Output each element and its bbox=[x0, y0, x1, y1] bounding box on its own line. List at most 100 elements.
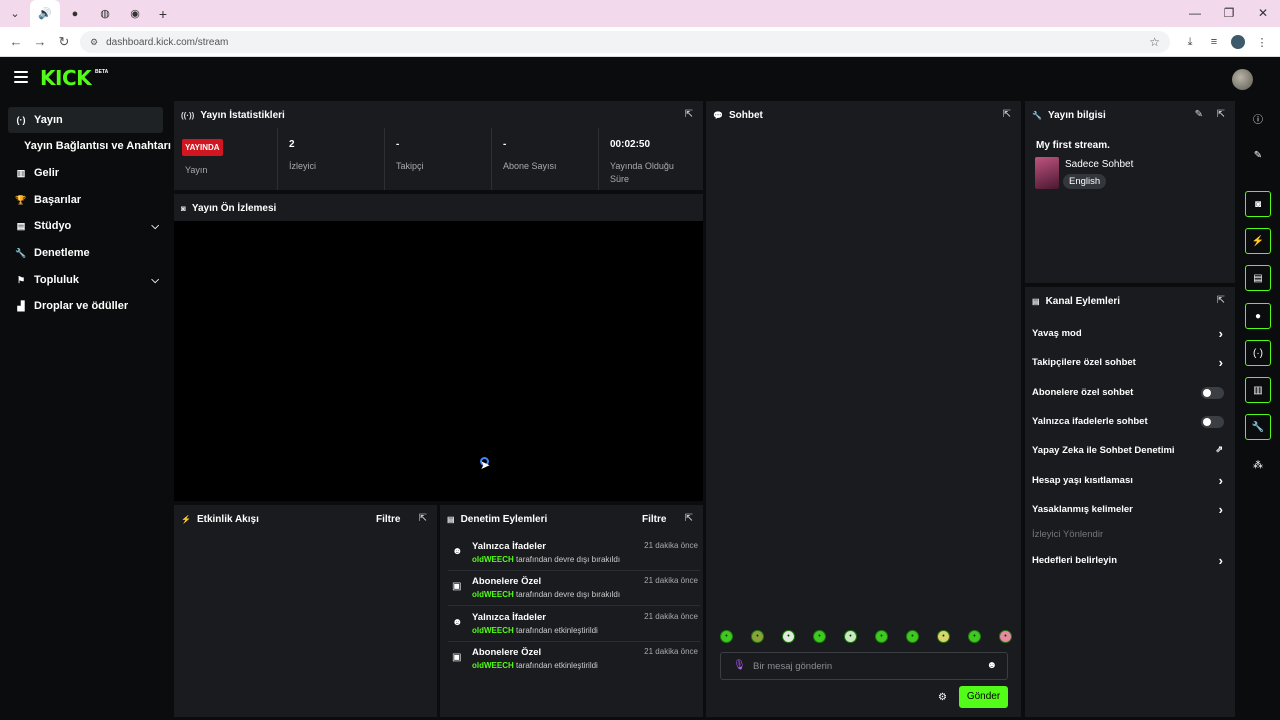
subscribers-only-toggle[interactable] bbox=[1201, 387, 1224, 399]
emotes-only-row: Yalnızca ifadelerle sohbet bbox=[1032, 414, 1229, 432]
send-button[interactable]: Gönder bbox=[959, 686, 1008, 708]
chat-message-input[interactable]: 🎙 Bir mesaj gönderin ☻ bbox=[720, 652, 1008, 680]
emote-icon[interactable]: • bbox=[999, 630, 1012, 643]
chat-settings-icon[interactable]: ⚙ bbox=[938, 692, 947, 703]
tab-kick-icon[interactable]: ● bbox=[60, 0, 90, 27]
emotes-only-toggle[interactable] bbox=[1201, 416, 1224, 428]
pencil-icon[interactable]: ✎ bbox=[1245, 142, 1271, 168]
chat-panel: 💬 Sohbet ⇱ bbox=[706, 101, 1021, 717]
dashboard-header: KICK BETA bbox=[0, 57, 1280, 100]
sidebar-item-achievements[interactable]: 🏆 Başarılar bbox=[8, 187, 163, 213]
emote-icon[interactable]: • bbox=[937, 630, 950, 643]
banned-words-row[interactable]: Yasaklanmış kelimeler › bbox=[1032, 502, 1229, 520]
new-tab-button[interactable]: + bbox=[150, 6, 176, 22]
video-preview[interactable] bbox=[174, 221, 703, 501]
browser-tab-bar: ⌄ 🔊 ● ◍ ◉ + — ❐ ✕ bbox=[0, 0, 1280, 27]
live-badge: YAYINDA bbox=[182, 139, 223, 156]
sidebar-item-stream[interactable]: (·) Yayın bbox=[8, 107, 163, 133]
wrench-icon: 🔧 bbox=[15, 247, 27, 258]
popout-icon[interactable]: ⇱ bbox=[685, 513, 693, 524]
sidebar-item-moderation[interactable]: 🔧 Denetleme bbox=[8, 240, 163, 266]
minimize-icon[interactable]: — bbox=[1178, 0, 1212, 27]
media-icon[interactable]: ≡ bbox=[1202, 36, 1226, 48]
followers-only-row[interactable]: Takipçilere özel sohbet › bbox=[1032, 355, 1229, 373]
edit-icon[interactable]: ✎ bbox=[1195, 109, 1203, 120]
emote-icon[interactable]: • bbox=[782, 630, 795, 643]
menu-icon[interactable]: ⋮ bbox=[1250, 36, 1274, 49]
popout-icon[interactable]: ⇱ bbox=[1217, 295, 1225, 306]
mod-item-detail: oldWEECH tarafından etkinleştirildi bbox=[472, 661, 598, 670]
emoji-icon: ☻ bbox=[452, 546, 463, 557]
forward-icon[interactable]: → bbox=[28, 34, 52, 49]
mod-item-detail: oldWEECH tarafından devre dışı bırakıldı bbox=[472, 590, 620, 599]
revenue-icon: ▥ bbox=[16, 167, 26, 178]
row-label: Yasaklanmış kelimeler bbox=[1032, 504, 1133, 515]
site-info-icon[interactable]: ⚙ bbox=[90, 37, 98, 48]
bolt-icon[interactable]: ⚡ bbox=[1245, 228, 1271, 254]
popout-icon[interactable]: ⇱ bbox=[1003, 109, 1011, 120]
emote-icon[interactable]: • bbox=[906, 630, 919, 643]
chat-bubble-icon[interactable]: ● bbox=[1245, 303, 1271, 329]
broadcast-icon: ((·)) bbox=[181, 111, 195, 120]
mod-filter-button[interactable]: Filtre bbox=[642, 514, 666, 525]
close-icon[interactable]: ✕ bbox=[1246, 0, 1280, 27]
sidebar-item-stream-key[interactable]: Yayın Bağlantısı ve Anahtarı bbox=[24, 140, 171, 152]
trophy-icon: 🏆 bbox=[15, 194, 27, 205]
download-icon[interactable]: ⤓ bbox=[1178, 36, 1202, 49]
sidebar-item-community[interactable]: ⚑ Topluluk ⌵ bbox=[8, 267, 163, 293]
wrench-icon[interactable]: 🔧 bbox=[1245, 414, 1271, 440]
bookmark-star-icon[interactable]: ☆ bbox=[1149, 35, 1160, 49]
back-icon[interactable]: ← bbox=[4, 34, 28, 49]
sidebar: (·) Yayın Yayın Bağlantısı ve Anahtarı ▥… bbox=[0, 100, 171, 720]
sidebar-item-drops[interactable]: ▟ Droplar ve ödüller bbox=[8, 293, 163, 319]
widgets-icon[interactable]: ⁂ bbox=[1245, 452, 1271, 478]
mod-item-time: 21 dakika önce bbox=[644, 612, 698, 621]
raid-row: İzleyici Yönlendir bbox=[1032, 527, 1229, 545]
mod-item-user[interactable]: oldWEECH bbox=[472, 661, 514, 670]
popout-icon[interactable]: ⇱ bbox=[1217, 109, 1225, 120]
popout-icon[interactable]: ⇱ bbox=[685, 109, 693, 120]
viewers-value: 2 bbox=[289, 139, 295, 150]
mod-item-time: 21 dakika önce bbox=[644, 576, 698, 585]
preview-toggle-icon[interactable]: ◙ bbox=[1245, 191, 1271, 217]
tab-kick-icon[interactable]: ◉ bbox=[120, 0, 150, 27]
log-icon[interactable]: ▤ bbox=[1245, 265, 1271, 291]
sidebar-item-revenue[interactable]: ▥ Gelir bbox=[8, 160, 163, 186]
kick-logo[interactable]: KICK bbox=[40, 66, 92, 90]
emote-icon[interactable]: • bbox=[751, 630, 764, 643]
channel-icon[interactable]: ▥ bbox=[1245, 377, 1271, 403]
tab-kick-icon[interactable]: ◍ bbox=[90, 0, 120, 27]
followers-label: Takipçi bbox=[396, 161, 424, 171]
user-avatar[interactable] bbox=[1232, 69, 1253, 90]
broadcast-icon[interactable]: (·) bbox=[1245, 340, 1271, 366]
restore-icon[interactable]: ❐ bbox=[1212, 0, 1246, 27]
tab-search-icon[interactable]: ⌄ bbox=[0, 0, 30, 27]
slow-mode-row[interactable]: Yavaş mod › bbox=[1032, 326, 1229, 344]
tab-speaker-icon[interactable]: 🔊 bbox=[30, 0, 60, 27]
activity-filter-button[interactable]: Filtre bbox=[376, 514, 400, 525]
microphone-icon[interactable]: 🎙 bbox=[733, 660, 746, 671]
reload-icon[interactable]: ↻ bbox=[52, 34, 76, 50]
emote-icon[interactable]: • bbox=[875, 630, 888, 643]
hamburger-menu-icon[interactable] bbox=[14, 71, 28, 83]
mod-item-user[interactable]: oldWEECH bbox=[472, 555, 514, 564]
set-goals-row[interactable]: Hedefleri belirleyin › bbox=[1032, 553, 1229, 571]
account-age-row[interactable]: Hesap yaşı kısıtlaması › bbox=[1032, 473, 1229, 491]
channel-icon: ▤ bbox=[1032, 297, 1040, 306]
mod-item-user[interactable]: oldWEECH bbox=[472, 590, 514, 599]
sidebar-item-studio[interactable]: ▤ Stüdyo ⌵ bbox=[8, 213, 163, 239]
url-field[interactable]: ⚙ dashboard.kick.com/stream ☆ bbox=[80, 31, 1170, 53]
popout-icon[interactable]: ⇱ bbox=[419, 513, 427, 524]
mod-item-action: tarafından devre dışı bırakıldı bbox=[516, 590, 621, 599]
mod-item-user[interactable]: oldWEECH bbox=[472, 626, 514, 635]
channel-actions-panel: ▤ Kanal Eylemleri ⇱ Yavaş mod › Takipçil… bbox=[1025, 287, 1235, 717]
ai-moderation-row[interactable]: Yapay Zeka ile Sohbet Denetimi ⇗ bbox=[1032, 443, 1229, 461]
emote-icon[interactable]: • bbox=[968, 630, 981, 643]
info-icon[interactable]: ⓘ bbox=[1245, 105, 1271, 131]
emote-icon[interactable]: • bbox=[813, 630, 826, 643]
stream-info-title: Yayın bilgisi bbox=[1047, 110, 1106, 121]
emoji-picker-icon[interactable]: ☻ bbox=[986, 660, 997, 671]
emote-icon[interactable]: • bbox=[720, 630, 733, 643]
profile-icon[interactable] bbox=[1231, 35, 1245, 49]
emote-icon[interactable]: • bbox=[844, 630, 857, 643]
